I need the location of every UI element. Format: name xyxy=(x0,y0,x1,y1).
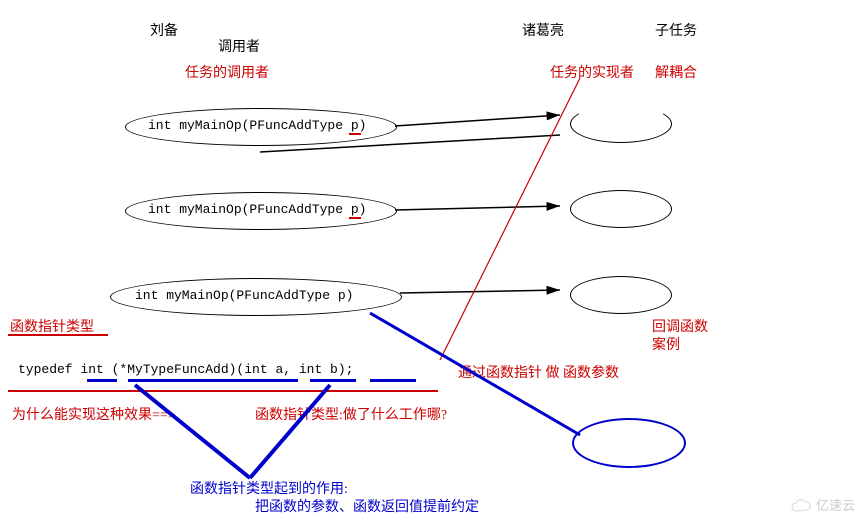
func-signature-2: int myMainOp(PFuncAddType p) xyxy=(148,202,366,217)
label-via-fp: 通过函数指针 做 函数参数 xyxy=(458,362,619,382)
arrow-func3-to-target3 xyxy=(400,290,560,293)
red-line-typedef xyxy=(8,390,438,392)
red-tick-1 xyxy=(349,133,361,135)
target-ellipse-2 xyxy=(570,190,672,228)
underline-fp-type xyxy=(8,334,108,336)
label-task-implementer: 任务的实现者 xyxy=(550,62,634,82)
cloud-icon xyxy=(790,497,812,513)
target-ellipse-3 xyxy=(570,276,672,314)
watermark-text: 亿速云 xyxy=(816,495,855,514)
blue-v-right xyxy=(250,385,330,478)
func-signature-3: int myMainOp(PFuncAddType p) xyxy=(135,288,353,303)
label-fp-type: 函数指针类型 xyxy=(10,316,94,336)
label-callback-2: 案例 xyxy=(652,334,680,354)
header-subtask: 子任务 xyxy=(655,20,697,40)
blue-underline-int xyxy=(87,379,117,382)
header-liu-bei: 刘备 xyxy=(150,20,178,40)
label-role-1: 函数指针类型起到的作用: xyxy=(190,478,348,498)
arrow-func1-to-target1 xyxy=(395,115,560,126)
label-task-caller: 任务的调用者 xyxy=(185,62,269,82)
label-fp-type-what: 函数指针类型:做了什么工作哪? xyxy=(255,404,447,424)
target-ellipse-1 xyxy=(570,105,672,143)
arrow-func2-to-target2 xyxy=(395,206,560,210)
diagram-lines xyxy=(0,0,863,522)
red-tick-2 xyxy=(349,217,361,219)
watermark: 亿速云 xyxy=(790,495,855,514)
label-callback-1: 回调函数 xyxy=(652,316,708,336)
red-diagonal-line xyxy=(440,78,580,360)
label-why-effect: 为什么能实现这种效果==> xyxy=(12,404,176,424)
label-decoupling: 解耦合 xyxy=(655,62,697,82)
impl-ellipse-blue xyxy=(572,418,686,468)
func-signature-1: int myMainOp(PFuncAddType p) xyxy=(148,118,366,133)
header-zhuge-liang: 诸葛亮 xyxy=(522,20,564,40)
blue-v-left xyxy=(135,385,250,478)
label-role-2: 把函数的参数、函数返回值提前约定 xyxy=(255,496,479,516)
typedef-line: typedef int (*MyTypeFuncAdd)(int a, int … xyxy=(18,362,353,377)
blue-underline-arg-b xyxy=(370,379,416,382)
header-caller: 调用者 xyxy=(218,36,260,56)
blue-underline-arg-a xyxy=(310,379,356,382)
blue-underline-fname xyxy=(128,379,298,382)
